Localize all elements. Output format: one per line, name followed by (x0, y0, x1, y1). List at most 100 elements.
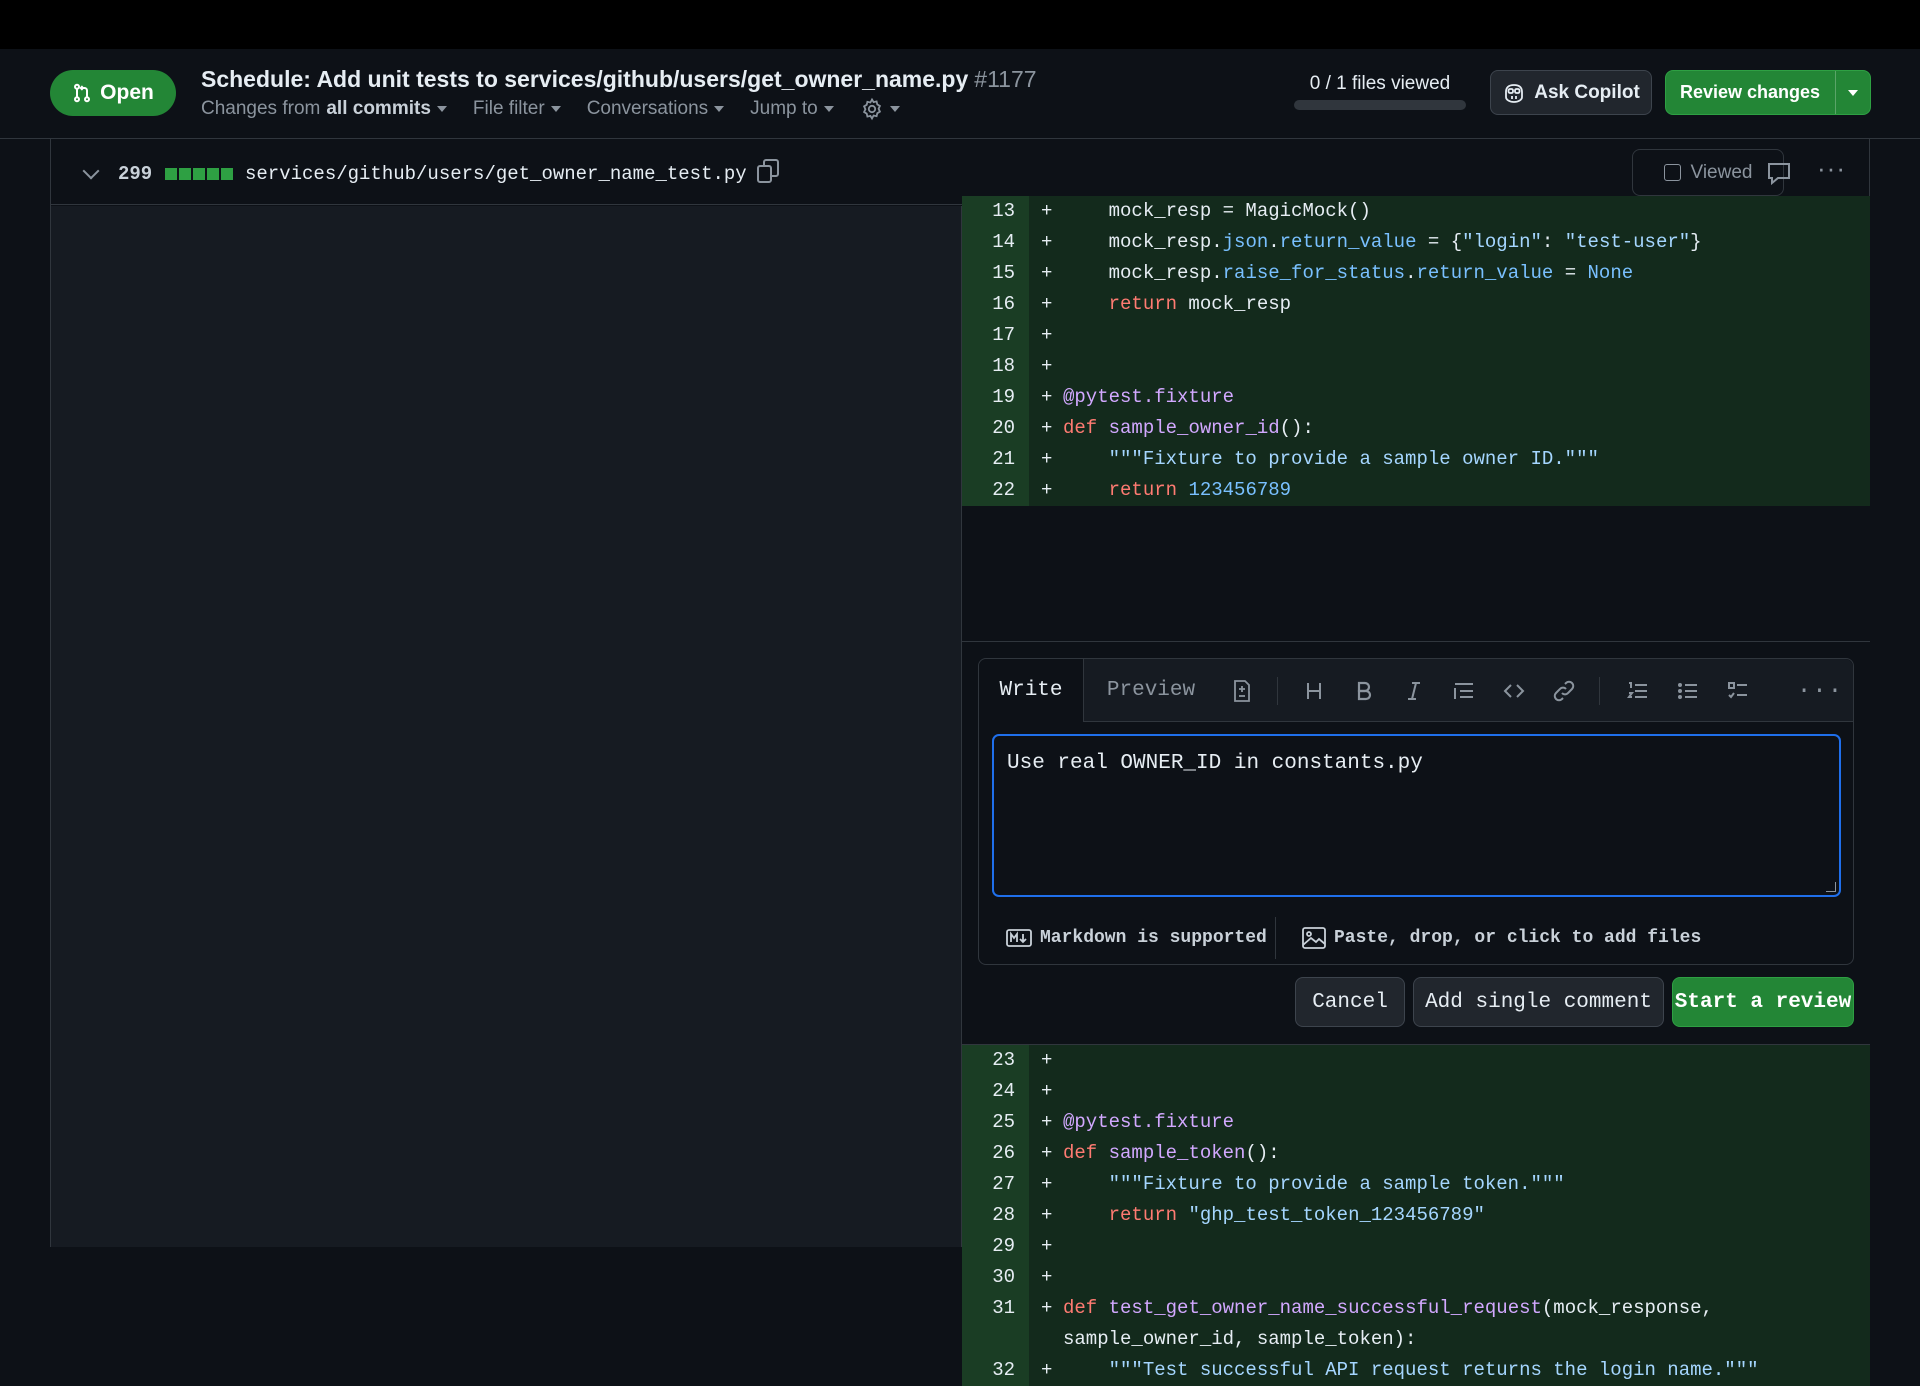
quote-icon (1454, 683, 1473, 699)
line-number[interactable]: 18 (962, 351, 1029, 382)
code-line[interactable]: 14 + mock_resp.json.return_value = {"logi… (962, 227, 1870, 258)
code-line[interactable]: 18 + (962, 351, 1870, 382)
resize-handle-icon[interactable] (1826, 882, 1836, 892)
code-text: """Fixture to provide a sample owner ID.… (1108, 448, 1599, 470)
line-number[interactable]: 27 (962, 1169, 1029, 1200)
line-number[interactable]: 22 (962, 475, 1029, 506)
code-line[interactable]: 20 + def sample_owner_id(): (962, 413, 1870, 444)
pr-title: Schedule: Add unit tests to services/git… (201, 66, 1037, 93)
code-line[interactable]: 28 + return "ghp_test_token_123456789" (962, 1200, 1870, 1231)
kebab-menu-icon[interactable]: ··· (1817, 155, 1847, 183)
files-viewed-progress (1294, 100, 1466, 110)
code-text: mock_resp.json.return_value = {"login": … (1063, 231, 1702, 253)
task-list-button[interactable] (1723, 676, 1753, 706)
line-number[interactable]: 19 (962, 382, 1029, 413)
code-line[interactable]: 17 + (962, 320, 1870, 351)
comment-icon[interactable] (1766, 161, 1792, 185)
code-line[interactable]: 13 + mock_resp = MagicMock() (962, 196, 1870, 227)
italic-button[interactable] (1399, 676, 1429, 706)
comment-textarea[interactable]: Use real OWNER_ID in constants.py (992, 734, 1841, 897)
line-number[interactable]: 30 (962, 1262, 1029, 1293)
code-line[interactable]: 27 + """Fixture to provide a sample token… (962, 1169, 1870, 1200)
start-review-button[interactable]: Start a review (1672, 977, 1854, 1027)
tab-write[interactable]: Write (979, 659, 1084, 722)
code-line[interactable]: 19 + @pytest.fixture (962, 382, 1870, 413)
line-number[interactable]: 20 (962, 413, 1029, 444)
diffstat-bar (165, 168, 233, 180)
suggestion-button[interactable] (1227, 676, 1257, 706)
diff-sign: + (1041, 448, 1053, 470)
more-formatting-icon[interactable]: ··· (1797, 676, 1842, 706)
comment-actions: Cancel Add single comment Start a review (1295, 977, 1854, 1027)
diff-sign: + (1041, 293, 1053, 315)
diff-sign: + (1041, 200, 1053, 222)
viewed-checkbox[interactable] (1663, 164, 1681, 181)
code-line[interactable]: 26 + def sample_token(): (962, 1138, 1870, 1169)
ordered-list-button[interactable] (1623, 676, 1653, 706)
code-line[interactable]: 32 + """Test successful API request retur… (962, 1355, 1870, 1386)
code-line[interactable]: 22 + return 123456789 (962, 475, 1870, 506)
line-number[interactable]: 24 (962, 1076, 1029, 1107)
code-line[interactable]: 31 + def test_get_owner_name_successful_re… (962, 1293, 1870, 1324)
files-viewed-count: 0 / 1 files viewed (1309, 73, 1451, 94)
bold-button[interactable] (1349, 676, 1379, 706)
viewed-toggle[interactable]: Viewed (1632, 149, 1784, 196)
caret-down-icon (550, 106, 561, 112)
ask-copilot-button[interactable]: Ask Copilot (1490, 70, 1652, 115)
code-line[interactable]: sample_owner_id, sample_token): (962, 1324, 1870, 1355)
code-block-top: 13 + mock_resp = MagicMock() 14 + mock_resp… (962, 196, 1870, 506)
add-single-comment-button[interactable]: Add single comment (1413, 977, 1664, 1027)
link-button[interactable] (1549, 676, 1579, 706)
italic-icon (1408, 682, 1420, 700)
quote-button[interactable] (1449, 676, 1479, 706)
code-line[interactable]: 15 + mock_resp.raise_for_status.return_va… (962, 258, 1870, 289)
diff-sign: + (1041, 355, 1053, 377)
line-number[interactable] (962, 1324, 1029, 1355)
file-diff-icon (1234, 680, 1250, 702)
line-number[interactable]: 13 (962, 196, 1029, 227)
code-line[interactable]: 30 + (962, 1262, 1870, 1293)
line-number[interactable]: 21 (962, 444, 1029, 475)
code-line[interactable]: 16 + return mock_resp (962, 289, 1870, 320)
diff-right-pane: 13 + mock_resp = MagicMock() 14 + mock_resp… (962, 196, 1870, 1386)
line-number[interactable]: 31 (962, 1293, 1029, 1324)
code-line[interactable]: 25 + @pytest.fixture (962, 1107, 1870, 1138)
unordered-list-button[interactable] (1673, 676, 1703, 706)
code-text: return "ghp_test_token_123456789" (1108, 1204, 1485, 1226)
line-number[interactable]: 15 (962, 258, 1029, 289)
diff-sign: + (1041, 1080, 1053, 1102)
line-number[interactable]: 32 (962, 1355, 1029, 1386)
line-number[interactable]: 23 (962, 1045, 1029, 1076)
review-changes-button[interactable]: Review changes (1665, 70, 1871, 115)
chevron-down-icon[interactable] (82, 162, 100, 180)
file-path[interactable]: services/github/users/get_owner_name_tes… (245, 163, 747, 185)
copy-icon[interactable] (756, 158, 780, 184)
caret-down-icon (714, 106, 725, 112)
cancel-button[interactable]: Cancel (1295, 977, 1405, 1027)
line-number[interactable]: 17 (962, 320, 1029, 351)
code-line[interactable]: 23 + (962, 1045, 1870, 1076)
review-changes-dropdown[interactable] (1835, 71, 1870, 114)
diff-sign: + (1041, 1142, 1053, 1164)
line-number[interactable]: 14 (962, 227, 1029, 258)
markdown-note-label: Markdown is supported (1040, 927, 1267, 948)
tab-preview[interactable]: Preview (1084, 659, 1218, 722)
changes-from-dropdown[interactable]: Changes from all commits (201, 98, 447, 120)
line-number[interactable]: 25 (962, 1107, 1029, 1138)
conversations-dropdown[interactable]: Conversations (587, 98, 725, 120)
diff-sign: + (1041, 324, 1053, 346)
markdown-note[interactable]: Markdown is supported (979, 928, 1275, 948)
code-button[interactable] (1499, 676, 1529, 706)
code-line[interactable]: 21 + """Fixture to provide a sample owner… (962, 444, 1870, 475)
changes-from-value: all commits (326, 98, 431, 119)
heading-button[interactable] (1299, 676, 1329, 706)
code-line[interactable]: 24 + (962, 1076, 1870, 1107)
editor-footer: Markdown is supported Paste, drop, or cl… (979, 911, 1853, 964)
attach-files[interactable]: Paste, drop, or click to add files (1276, 926, 1701, 949)
settings-dropdown[interactable] (860, 97, 900, 121)
line-number[interactable]: 16 (962, 289, 1029, 320)
line-number[interactable]: 26 (962, 1138, 1029, 1169)
file-filter-dropdown[interactable]: File filter (473, 98, 561, 120)
line-number[interactable]: 28 (962, 1200, 1029, 1231)
jump-to-dropdown[interactable]: Jump to (750, 98, 834, 120)
